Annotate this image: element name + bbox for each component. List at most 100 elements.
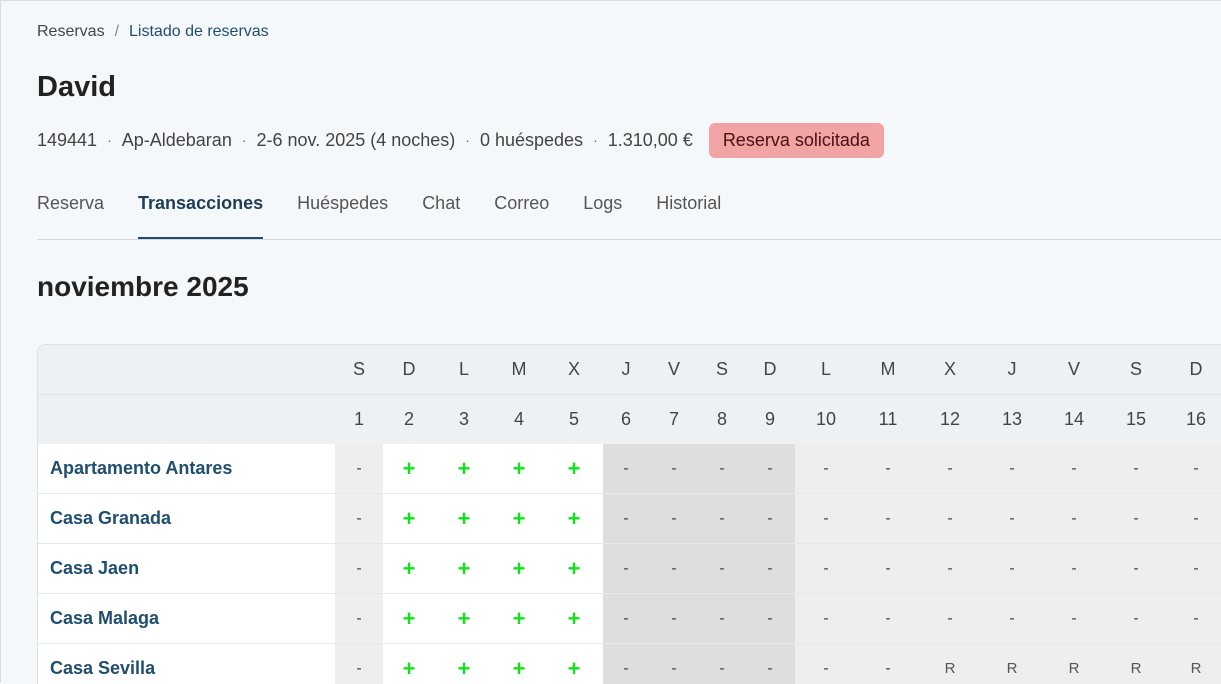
day-cell[interactable]: +: [435, 594, 493, 644]
day-cell[interactable]: +: [493, 644, 545, 684]
day-cell[interactable]: +: [383, 594, 435, 644]
day-cell[interactable]: -: [603, 644, 649, 684]
day-cell[interactable]: -: [603, 444, 649, 494]
weekday-label: S: [335, 345, 383, 395]
tab-huespedes[interactable]: Huéspedes: [297, 177, 388, 239]
day-cell[interactable]: -: [745, 594, 795, 644]
day-cell[interactable]: -: [649, 444, 699, 494]
day-cell[interactable]: -: [795, 594, 857, 644]
day-cell[interactable]: -: [335, 444, 383, 494]
day-cell[interactable]: -: [1043, 594, 1105, 644]
day-cell[interactable]: -: [745, 644, 795, 684]
day-cell[interactable]: -: [981, 494, 1043, 544]
breadcrumb-current[interactable]: Listado de reservas: [129, 23, 269, 40]
day-cell[interactable]: +: [493, 444, 545, 494]
day-cell[interactable]: -: [1043, 494, 1105, 544]
day-cell[interactable]: -: [603, 594, 649, 644]
day-cell[interactable]: +: [545, 644, 603, 684]
day-cell[interactable]: -: [981, 544, 1043, 594]
day-cell[interactable]: -: [981, 594, 1043, 644]
day-cell[interactable]: +: [383, 444, 435, 494]
day-cell[interactable]: -: [919, 494, 981, 544]
day-cell[interactable]: -: [1105, 444, 1167, 494]
tab-chat[interactable]: Chat: [422, 177, 460, 239]
day-cell[interactable]: +: [383, 494, 435, 544]
day-cell[interactable]: -: [699, 444, 745, 494]
empty-marker: -: [1071, 510, 1076, 527]
breadcrumb-root-link[interactable]: Reservas: [37, 23, 105, 40]
day-cell[interactable]: -: [335, 644, 383, 684]
day-cell[interactable]: -: [745, 444, 795, 494]
day-cell[interactable]: +: [545, 544, 603, 594]
day-cell[interactable]: -: [603, 544, 649, 594]
day-cell[interactable]: -: [649, 594, 699, 644]
day-cell[interactable]: -: [857, 444, 919, 494]
day-cell[interactable]: +: [435, 544, 493, 594]
day-cell[interactable]: -: [795, 444, 857, 494]
day-cell[interactable]: -: [699, 644, 745, 684]
day-cell[interactable]: +: [383, 544, 435, 594]
day-cell[interactable]: -: [335, 544, 383, 594]
day-cell[interactable]: -: [857, 644, 919, 684]
day-cell[interactable]: -: [795, 494, 857, 544]
day-cell[interactable]: -: [1105, 494, 1167, 544]
property-name-link[interactable]: Casa Sevilla: [38, 644, 335, 684]
property-name-link[interactable]: Apartamento Antares: [38, 444, 335, 494]
property-name-link[interactable]: Casa Granada: [38, 494, 335, 544]
day-cell[interactable]: +: [545, 494, 603, 544]
day-cell[interactable]: -: [699, 544, 745, 594]
day-cell[interactable]: -: [649, 644, 699, 684]
day-cell[interactable]: -: [857, 594, 919, 644]
day-cell[interactable]: +: [435, 494, 493, 544]
tab-reserva[interactable]: Reserva: [37, 177, 104, 239]
day-cell[interactable]: -: [649, 544, 699, 594]
property-name-link[interactable]: Casa Jaen: [38, 544, 335, 594]
day-cell[interactable]: -: [1167, 444, 1221, 494]
day-cell[interactable]: -: [699, 494, 745, 544]
day-cell[interactable]: -: [1105, 594, 1167, 644]
day-cell[interactable]: +: [435, 644, 493, 684]
property-name-link[interactable]: Casa Malaga: [38, 594, 335, 644]
day-cell[interactable]: -: [1043, 544, 1105, 594]
day-cell[interactable]: -: [857, 544, 919, 594]
day-cell[interactable]: -: [981, 444, 1043, 494]
day-number: 1: [335, 395, 383, 445]
tab-correo[interactable]: Correo: [494, 177, 549, 239]
day-cell[interactable]: -: [745, 544, 795, 594]
day-cell[interactable]: -: [745, 494, 795, 544]
day-number: 15: [1105, 395, 1167, 445]
tab-transacciones[interactable]: Transacciones: [138, 177, 263, 239]
day-cell[interactable]: -: [1043, 444, 1105, 494]
day-cell[interactable]: +: [383, 644, 435, 684]
day-cell[interactable]: R: [1167, 644, 1221, 684]
day-cell[interactable]: R: [919, 644, 981, 684]
day-cell[interactable]: +: [545, 444, 603, 494]
day-cell[interactable]: -: [919, 444, 981, 494]
day-cell[interactable]: -: [857, 494, 919, 544]
day-cell[interactable]: -: [795, 644, 857, 684]
day-cell[interactable]: -: [699, 594, 745, 644]
available-marker: +: [458, 606, 471, 631]
day-cell[interactable]: +: [435, 444, 493, 494]
day-cell[interactable]: -: [1167, 594, 1221, 644]
day-cell[interactable]: -: [603, 494, 649, 544]
day-cell[interactable]: -: [795, 544, 857, 594]
tab-historial[interactable]: Historial: [656, 177, 721, 239]
day-cell[interactable]: -: [649, 494, 699, 544]
day-cell[interactable]: +: [493, 544, 545, 594]
day-cell[interactable]: -: [919, 544, 981, 594]
day-cell[interactable]: +: [545, 594, 603, 644]
day-cell[interactable]: -: [919, 594, 981, 644]
day-cell[interactable]: -: [1167, 544, 1221, 594]
day-cell[interactable]: -: [335, 594, 383, 644]
day-cell[interactable]: -: [1105, 544, 1167, 594]
day-cell[interactable]: -: [335, 494, 383, 544]
day-cell[interactable]: +: [493, 594, 545, 644]
day-cell[interactable]: -: [1167, 494, 1221, 544]
available-marker: +: [403, 506, 416, 531]
day-cell[interactable]: R: [981, 644, 1043, 684]
day-cell[interactable]: R: [1105, 644, 1167, 684]
day-cell[interactable]: R: [1043, 644, 1105, 684]
day-cell[interactable]: +: [493, 494, 545, 544]
tab-logs[interactable]: Logs: [583, 177, 622, 239]
